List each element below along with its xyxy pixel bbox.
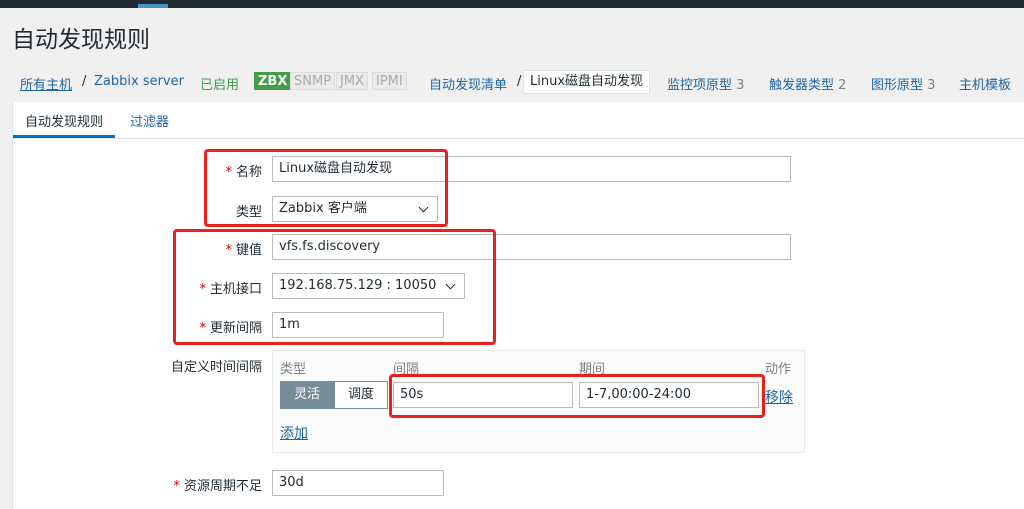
trigger-types-label: 触发器类型 (769, 78, 835, 93)
top-bar-accent (138, 4, 168, 8)
breadcrumb: 所有主机 / Zabbix server 已启用 ZBX SNMP JMX IP… (12, 68, 1024, 98)
breadcrumb-discovery-list[interactable]: 自动发现清单 (429, 74, 507, 93)
availability-jmx-badge: JMX (336, 72, 368, 90)
status-enabled[interactable]: 已启用 (200, 74, 239, 93)
highlight-box-key-interface-interval (173, 229, 496, 345)
custom-header-action: 动作 (765, 362, 792, 377)
breadcrumb-current[interactable]: Linux磁盘自动发现 (523, 70, 651, 94)
availability-zbx-badge: ZBX (254, 72, 292, 90)
item-prototypes-count: 3 (736, 78, 745, 93)
availability-snmp-badge: SNMP (290, 72, 336, 90)
tab-host-templates[interactable]: 主机模板 (959, 74, 1011, 93)
breadcrumb-separator: / (82, 74, 87, 89)
required-mark: * (173, 479, 180, 494)
trigger-types-count: 2 (838, 78, 847, 93)
breadcrumb-host[interactable]: Zabbix server (94, 74, 184, 89)
tab-graph-prototypes[interactable]: 图形原型 3 (871, 74, 935, 93)
graph-prototypes-label: 图形原型 (871, 78, 924, 93)
tab-discovery-rule[interactable]: 自动发现规则 (12, 111, 116, 138)
item-prototypes-label: 监控项原型 (667, 78, 733, 93)
breadcrumb-separator-2: / (517, 74, 522, 89)
breadcrumb-all-hosts[interactable]: 所有主机 (20, 74, 72, 93)
scheduling-toggle[interactable]: 调度 (334, 381, 389, 409)
custom-intervals-label: 自定义时间间隔 (170, 360, 262, 375)
lost-period-label: * 资源周期不足 (173, 475, 262, 494)
add-link[interactable]: 添加 (280, 423, 308, 443)
tab-filters[interactable]: 过滤器 (130, 111, 169, 130)
graph-prototypes-count: 3 (927, 78, 936, 93)
custom-header-type: 类型 (280, 362, 307, 377)
tab-item-prototypes[interactable]: 监控项原型 3 (667, 74, 744, 93)
availability-ipmi-badge: IPMI (372, 72, 407, 90)
highlight-box-name-type (204, 149, 448, 227)
page-title: 自动发现规则 (12, 27, 150, 53)
form-panel: 自动发现规则 过滤器 * 名称 Linux磁盘自动发现 类型 Zabbix 客户端… (12, 102, 1024, 509)
lost-period-label-text: 资源周期不足 (183, 479, 262, 494)
highlight-box-custom-interval (389, 374, 765, 418)
form-tabs: 自动发现规则 过滤器 (12, 102, 1024, 139)
flexible-toggle[interactable]: 灵活 (280, 381, 335, 409)
tab-trigger-types[interactable]: 触发器类型 2 (769, 74, 846, 93)
remove-link[interactable]: 移除 (765, 387, 793, 407)
top-bar (0, 0, 1024, 8)
lost-period-input[interactable]: 30d (272, 470, 444, 496)
